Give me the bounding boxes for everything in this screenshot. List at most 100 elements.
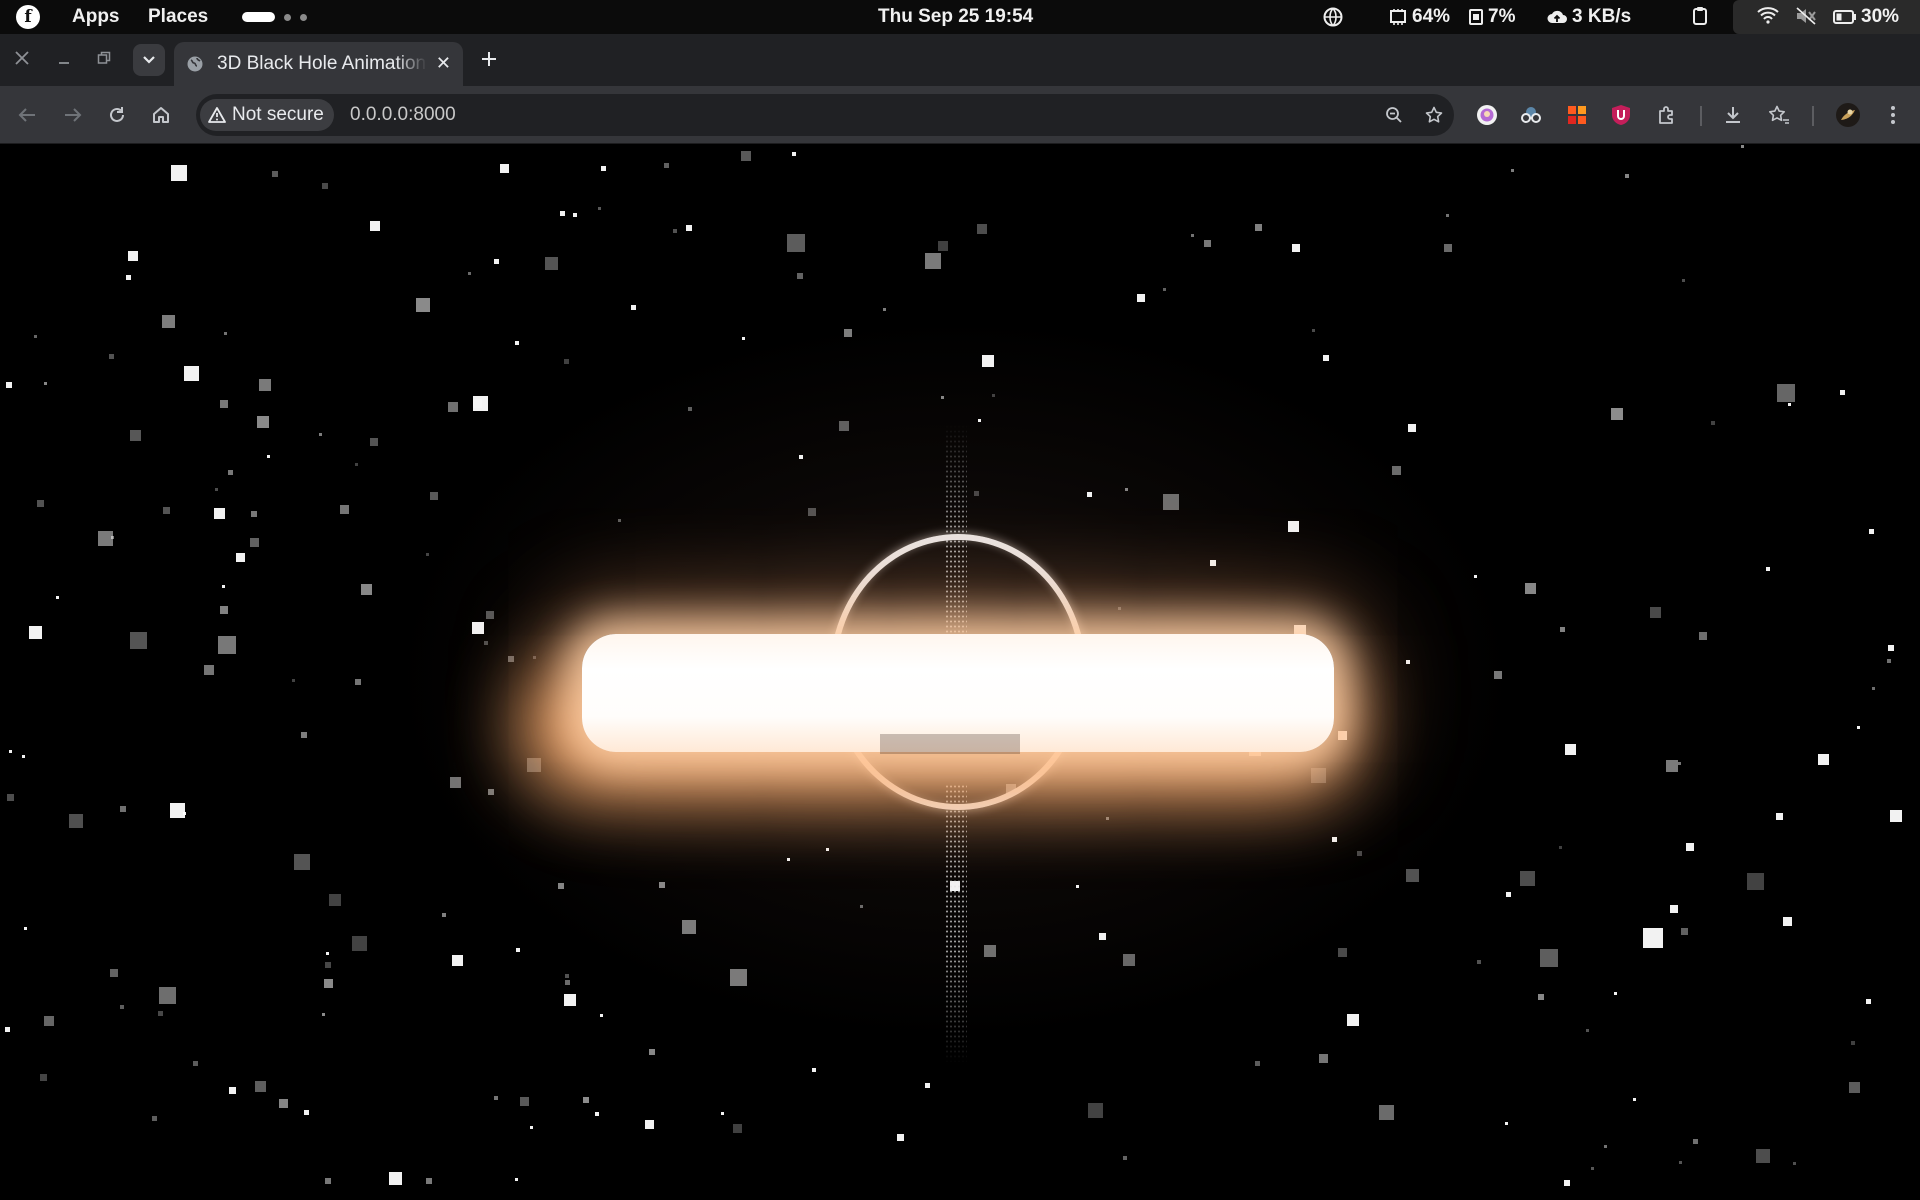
- star: [1520, 871, 1535, 886]
- star: [1540, 949, 1558, 967]
- star: [1408, 424, 1416, 432]
- star: [1106, 817, 1109, 820]
- cloud-upload-icon: [1547, 10, 1567, 23]
- star: [812, 1068, 816, 1072]
- close-window-icon[interactable]: [10, 46, 34, 70]
- zoom-out-icon[interactable]: [1382, 103, 1406, 127]
- star: [1777, 384, 1795, 402]
- star: [583, 1097, 589, 1103]
- star: [1586, 1029, 1589, 1032]
- clipboard-icon[interactable]: [1692, 6, 1708, 26]
- star: [44, 1016, 54, 1026]
- star: [600, 1014, 603, 1017]
- star: [215, 488, 218, 491]
- address-bar[interactable]: Not secure 0.0.0.0:8000: [196, 94, 1454, 136]
- star: [126, 275, 131, 280]
- star: [1292, 244, 1300, 252]
- star: [1255, 224, 1262, 231]
- fedora-logo-icon[interactable]: f: [16, 5, 40, 29]
- active-workspace[interactable]: [242, 12, 275, 22]
- restore-window-icon[interactable]: [92, 46, 116, 70]
- battery-value: 30%: [1861, 6, 1900, 27]
- star: [468, 272, 471, 275]
- places-menu[interactable]: Places: [148, 6, 208, 28]
- cpu-monitor[interactable]: 64%: [1388, 6, 1450, 28]
- star: [992, 394, 995, 397]
- browser-menu-kebab-icon[interactable]: [1880, 102, 1906, 128]
- star: [741, 151, 751, 161]
- memory-monitor[interactable]: 7%: [1468, 6, 1515, 28]
- star: [1633, 1098, 1636, 1101]
- profile-avatar[interactable]: [1834, 101, 1862, 129]
- star: [1560, 627, 1565, 632]
- star: [564, 994, 576, 1006]
- network-monitor[interactable]: 3 KB/s: [1546, 6, 1631, 28]
- star: [1525, 583, 1536, 594]
- star: [69, 814, 83, 828]
- star: [473, 396, 488, 411]
- star: [1693, 1139, 1698, 1144]
- workspace-dot[interactable]: [284, 13, 291, 21]
- star: [826, 848, 829, 851]
- star: [218, 636, 236, 654]
- star: [1338, 948, 1347, 957]
- star: [426, 553, 429, 556]
- star: [673, 229, 677, 233]
- star: [1511, 169, 1514, 172]
- star: [1679, 1161, 1682, 1164]
- minimize-window-icon[interactable]: [52, 46, 76, 70]
- security-chip[interactable]: Not secure: [200, 99, 334, 131]
- extensions-puzzle-icon[interactable]: [1654, 102, 1680, 128]
- tab-close-icon[interactable]: ✕: [436, 53, 451, 74]
- apps-menu[interactable]: Apps: [72, 6, 120, 28]
- star: [120, 1005, 124, 1009]
- star: [1494, 671, 1502, 679]
- star: [1678, 762, 1681, 765]
- star: [1869, 529, 1874, 534]
- webgl-canvas[interactable]: [0, 144, 1920, 1200]
- star: [1849, 1082, 1860, 1093]
- clock[interactable]: Thu Sep 25 19:54: [878, 6, 1033, 28]
- star: [1666, 760, 1678, 772]
- star: [1538, 994, 1544, 1000]
- star: [1872, 687, 1875, 690]
- star: [1711, 421, 1715, 425]
- home-icon[interactable]: [148, 102, 174, 128]
- star: [938, 241, 948, 251]
- url-text[interactable]: 0.0.0.0:8000: [350, 104, 456, 126]
- extension-puzzle-color-icon[interactable]: [1564, 102, 1590, 128]
- cpu-icon: [1390, 9, 1406, 25]
- extension-glasses-icon[interactable]: [1518, 102, 1544, 128]
- star: [1210, 560, 1216, 566]
- network-globe-icon[interactable]: [1322, 6, 1344, 28]
- star: [1087, 492, 1092, 497]
- ublock-shield-icon[interactable]: [1608, 102, 1634, 128]
- tab-search-chevron-down-icon[interactable]: [133, 44, 165, 76]
- star: [370, 438, 378, 446]
- back-arrow-icon[interactable]: [14, 102, 40, 128]
- star: [565, 980, 570, 985]
- star: [442, 913, 446, 917]
- bookmarks-list-icon[interactable]: [1766, 102, 1792, 128]
- star: [883, 308, 886, 311]
- star: [982, 355, 994, 367]
- tab-active[interactable]: 3D Black Hole Animation ✕: [174, 42, 463, 86]
- workspace-dot[interactable]: [300, 13, 307, 21]
- bookmark-star-icon[interactable]: [1422, 103, 1446, 127]
- reload-icon[interactable]: [104, 102, 130, 128]
- star: [520, 1097, 529, 1106]
- new-tab-plus-icon[interactable]: [476, 46, 502, 72]
- star: [128, 251, 138, 261]
- star: [649, 1049, 655, 1055]
- download-icon[interactable]: [1720, 102, 1746, 128]
- workspace-indicator[interactable]: [242, 12, 307, 22]
- star: [984, 945, 996, 957]
- star: [152, 1116, 157, 1121]
- forward-arrow-icon[interactable]: [60, 102, 86, 128]
- star: [1840, 390, 1845, 395]
- system-status-menu[interactable]: 30%: [1733, 0, 1920, 34]
- star: [688, 407, 692, 411]
- star: [250, 538, 259, 547]
- extension-avatar-icon[interactable]: [1474, 102, 1500, 128]
- star: [9, 750, 12, 753]
